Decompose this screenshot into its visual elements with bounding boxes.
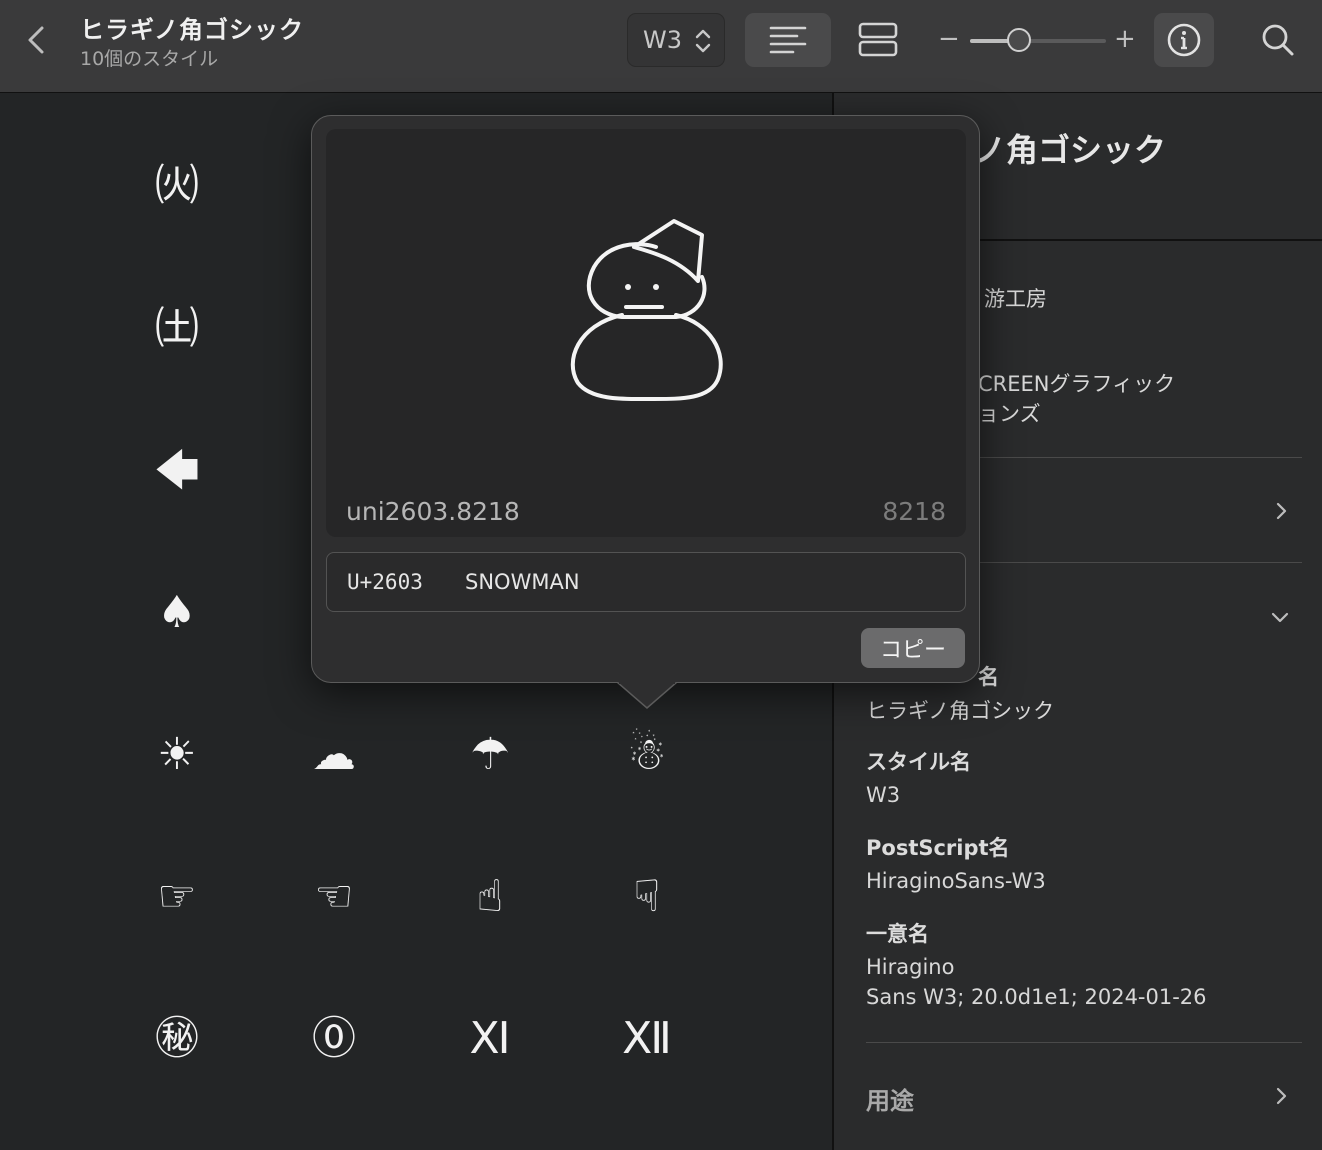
chevron-right-icon[interactable] — [1271, 501, 1291, 521]
glyph-char: ☃ — [627, 729, 667, 780]
glyph-cell-selected[interactable]: ☃ — [587, 695, 707, 815]
chevron-left-icon — [28, 26, 44, 54]
glyph-cell[interactable]: ☁ — [274, 695, 394, 815]
glyph-preview: uni2603.8218 8218 — [326, 129, 966, 537]
up-down-chevron-icon — [695, 29, 711, 53]
glyph-cell[interactable]: ⓪ — [274, 979, 394, 1099]
glyph-char: 🡄 — [154, 445, 200, 496]
zoom-out-button[interactable]: − — [938, 24, 960, 54]
glyph-cell[interactable]: ☝ — [430, 837, 550, 957]
postscript-name-label: PostScript名 — [866, 836, 1010, 860]
unique-name-label: 一意名 — [866, 922, 929, 946]
glyph-char: ㊙ — [155, 1013, 199, 1064]
glyph-cell[interactable]: Ⅺ — [430, 979, 550, 1099]
glyph-char: ㈫ — [155, 160, 199, 211]
divider — [866, 1042, 1302, 1043]
zoom-in-button[interactable]: + — [1114, 24, 1136, 54]
glyph-char: Ⅻ — [622, 1013, 672, 1064]
style-name-label: スタイル名 — [866, 750, 971, 774]
grid-layout-button[interactable] — [845, 13, 911, 67]
info-panel-heading: ノ角ゴシック — [974, 131, 1167, 169]
style-name-value: W3 — [866, 783, 901, 807]
toolbar: ヒラギノ角ゴシック 10個のスタイル W3 − + — [0, 0, 1322, 93]
glyph-cell[interactable]: ㈯ — [117, 269, 237, 389]
popover-arrow — [617, 682, 677, 709]
glyph-char: ☞ — [157, 871, 197, 922]
style-selector[interactable]: W3 — [627, 13, 725, 67]
glyph-char: ☜ — [314, 871, 354, 922]
glyph-cell[interactable]: Ⅻ — [587, 979, 707, 1099]
family-name-value: ヒラギノ角ゴシック — [866, 699, 1055, 723]
glyph-name: uni2603.8218 — [346, 497, 520, 526]
style-selector-value: W3 — [643, 26, 682, 54]
info-button[interactable] — [1154, 13, 1214, 67]
text-layout-button[interactable] — [745, 13, 831, 67]
glyph-char: ㈯ — [155, 303, 199, 354]
chevron-down-icon[interactable] — [1270, 607, 1290, 627]
glyph-cell[interactable]: ☟ — [587, 837, 707, 957]
unique-name-value-line1: Hiragino — [866, 955, 955, 979]
glyph-char: ☂ — [470, 729, 510, 780]
unicode-info-field[interactable]: U+2603 SNOWMAN — [326, 552, 966, 612]
snowman-glyph-icon — [570, 219, 723, 402]
glyph-char: ☀ — [157, 729, 197, 780]
glyph-id: 8218 — [882, 497, 946, 526]
unicode-code-point: U+2603 — [347, 570, 423, 594]
postscript-name-value: HiraginoSans-W3 — [866, 869, 1046, 893]
glyph-char: ☟ — [633, 871, 661, 922]
back-button[interactable] — [22, 22, 54, 58]
unique-name-value-line2: Sans W3; 20.0d1e1; 2024-01-26 — [866, 985, 1207, 1009]
glyph-char: ☁ — [312, 729, 356, 780]
font-family-title: ヒラギノ角ゴシック — [80, 16, 305, 44]
style-count-subtitle: 10個のスタイル — [80, 48, 219, 70]
chevron-right-icon[interactable] — [1271, 1086, 1291, 1106]
search-button[interactable] — [1248, 13, 1308, 67]
search-icon — [1262, 24, 1294, 56]
glyph-cell[interactable]: ☞ — [117, 837, 237, 957]
text-align-left-icon — [769, 26, 807, 54]
copy-button[interactable]: コピー — [861, 628, 965, 668]
glyph-char: ♠ — [157, 587, 197, 638]
two-row-layout-icon — [858, 22, 898, 57]
glyph-cell[interactable]: 🡄 — [117, 411, 237, 531]
unicode-char-name: SNOWMAN — [465, 570, 580, 594]
glyph-cell[interactable]: ㊙ — [117, 979, 237, 1099]
usage-section-title[interactable]: 用途 — [866, 1081, 914, 1116]
glyph-char: ☝ — [476, 871, 504, 922]
glyph-cell[interactable]: ☂ — [430, 695, 550, 815]
glyph-char: Ⅺ — [469, 1013, 511, 1064]
manufacturer-value-line2: ョンズ — [978, 402, 1041, 426]
glyph-cell[interactable]: ☜ — [274, 837, 394, 957]
info-icon — [1167, 23, 1201, 57]
glyph-cell[interactable]: ㈫ — [117, 126, 237, 246]
manufacturer-value-line1: CREENグラフィック — [978, 372, 1176, 396]
glyph-cell[interactable]: ♠ — [117, 553, 237, 673]
glyph-cell[interactable]: ☀ — [117, 695, 237, 815]
designer-value: 游工房 — [984, 287, 1047, 311]
family-name-label: 名 — [978, 665, 999, 689]
glyph-size-slider[interactable]: − + — [938, 22, 1138, 58]
glyph-char: ⓪ — [312, 1013, 356, 1064]
glyph-detail-popover: uni2603.8218 8218 U+2603 SNOWMAN コピー — [311, 115, 980, 683]
slider-knob[interactable] — [1006, 28, 1031, 52]
